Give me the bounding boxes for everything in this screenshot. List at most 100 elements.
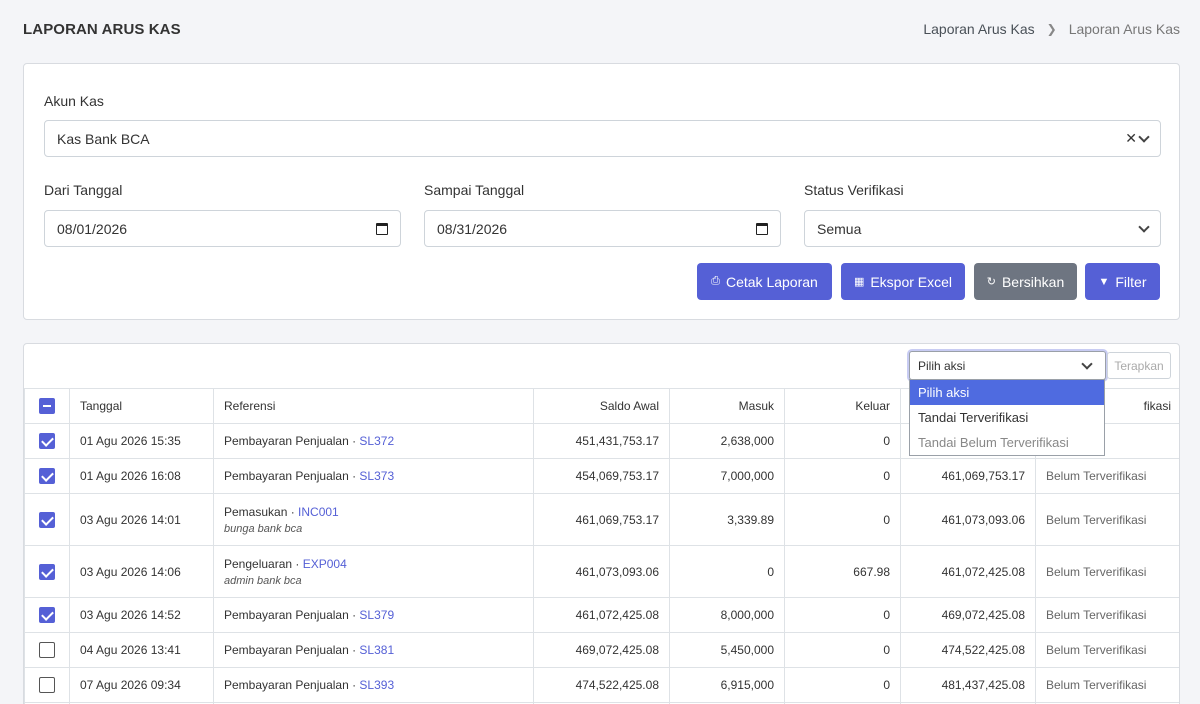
- row-reference: Pembayaran Penjualan · SL393: [213, 667, 534, 703]
- row-date: 03 Agu 2026 14:01: [69, 493, 214, 546]
- reference-type: Pengeluaran ·: [224, 556, 303, 571]
- reference-link[interactable]: SL393: [359, 678, 394, 692]
- reference-type: Pemasukan ·: [224, 504, 299, 519]
- from-date-value: 08/01/2026: [57, 220, 128, 237]
- to-date-label: Sampai Tanggal: [424, 182, 525, 198]
- row-date: 07 Agu 2026 09:34: [69, 667, 214, 703]
- breadcrumb-item-parent[interactable]: Laporan Arus Kas: [923, 21, 1034, 37]
- breadcrumb-item-current: Laporan Arus Kas: [1068, 21, 1180, 37]
- row-checkbox[interactable]: [39, 511, 55, 528]
- row-in: 6,915,000: [669, 667, 785, 703]
- row-closing-balance: 474,522,425.08: [900, 632, 1036, 668]
- reference-type: Pembayaran Penjualan ·: [224, 608, 360, 622]
- row-status: Belum Terverifikasi: [1035, 493, 1179, 546]
- row-select-cell: [24, 493, 70, 546]
- reference-link[interactable]: INC001: [298, 505, 339, 519]
- row-date: 03 Agu 2026 14:06: [69, 545, 214, 598]
- status-select[interactable]: Semua: [804, 210, 1161, 247]
- row-date: 04 Agu 2026 13:41: [69, 632, 214, 668]
- header-in[interactable]: Masuk: [669, 388, 785, 424]
- reference-link[interactable]: SL379: [359, 608, 394, 622]
- calendar-icon[interactable]: [376, 222, 388, 235]
- row-checkbox[interactable]: [39, 642, 55, 658]
- row-in: 8,000,000: [669, 597, 785, 633]
- reference-link[interactable]: SL381: [359, 643, 394, 657]
- row-reference: Pembayaran Penjualan · SL381: [213, 632, 534, 668]
- chevron-down-icon: [1138, 220, 1150, 233]
- filter-icon: ▼: [1098, 275, 1110, 288]
- row-status: Belum Terverifikasi: [1035, 597, 1179, 633]
- header-opening-balance[interactable]: Saldo Awal: [533, 388, 670, 424]
- filter-card: Akun Kas Kas Bank BCA ✕ Dari Tanggal 08/…: [23, 63, 1180, 320]
- table-row: 04 Agu 2026 13:41 Pembayaran Penjualan · …: [24, 632, 1179, 668]
- to-date-value: 08/31/2026: [437, 220, 508, 237]
- row-checkbox[interactable]: [39, 607, 55, 623]
- to-date-input[interactable]: 08/31/2026: [424, 210, 781, 247]
- export-excel-button[interactable]: ▦ Ekspor Excel: [841, 263, 965, 300]
- page-title: LAPORAN ARUS KAS: [23, 20, 181, 38]
- header-out[interactable]: Keluar: [784, 388, 901, 424]
- option-mark-verified[interactable]: Tandai Terverifikasi: [910, 405, 1104, 430]
- header-reference[interactable]: Referensi: [213, 388, 534, 424]
- row-reference: Pembayaran Penjualan · SL373: [213, 458, 534, 494]
- table-row: 07 Agu 2026 09:34 Pembayaran Penjualan · …: [24, 667, 1179, 703]
- row-opening-balance: 461,072,425.08: [533, 597, 670, 633]
- row-opening-balance: 469,072,425.08: [533, 632, 670, 668]
- reference-link[interactable]: SL372: [359, 434, 394, 448]
- reference-type: Pembayaran Penjualan ·: [224, 643, 360, 657]
- filter-button[interactable]: ▼ Filter: [1085, 263, 1160, 300]
- row-status: Belum Terverifikasi: [1035, 632, 1179, 668]
- row-checkbox[interactable]: [39, 433, 55, 449]
- reference-note: admin bank bca: [224, 574, 302, 587]
- row-opening-balance: 454,069,753.17: [533, 458, 670, 494]
- row-out: 0: [784, 632, 901, 668]
- row-closing-balance: 461,072,425.08: [900, 545, 1036, 598]
- row-closing-balance: 481,437,425.08: [900, 667, 1036, 703]
- clear-button[interactable]: ↻ Bersihkan: [974, 263, 1077, 300]
- row-opening-balance: 474,522,425.08: [533, 667, 670, 703]
- from-date-input[interactable]: 08/01/2026: [44, 210, 401, 247]
- row-checkbox[interactable]: [39, 677, 55, 693]
- chevron-right-icon: ❯: [1046, 22, 1057, 36]
- row-select-cell: [24, 545, 70, 598]
- row-reference: Pemasukan · INC001 bunga bank bca: [213, 493, 534, 546]
- row-in: 5,450,000: [669, 632, 785, 668]
- row-closing-balance: 461,073,093.06: [900, 493, 1036, 546]
- table-row: 03 Agu 2026 14:06 Pengeluaran · EXP004 adm…: [24, 545, 1179, 598]
- row-date: 03 Agu 2026 14:52: [69, 597, 214, 633]
- apply-button[interactable]: Terapkan: [1107, 352, 1171, 379]
- printer-icon: ⎙: [711, 275, 720, 287]
- filter-label: Filter: [1115, 273, 1147, 290]
- account-select[interactable]: Kas Bank BCA ✕: [44, 120, 1161, 157]
- reference-link[interactable]: SL373: [359, 469, 394, 483]
- clear-label: Bersihkan: [1001, 273, 1065, 290]
- row-select-cell: [24, 632, 70, 668]
- row-status: Belum Terverifikasi: [1035, 667, 1179, 703]
- refresh-icon: ↻: [986, 276, 996, 288]
- file-icon: ▦: [853, 276, 865, 288]
- chevron-down-icon[interactable]: [1138, 130, 1150, 143]
- reference-type: Pembayaran Penjualan ·: [224, 434, 360, 448]
- row-out: 0: [784, 423, 901, 459]
- row-opening-balance: 451,431,753.17: [533, 423, 670, 459]
- page-header: LAPORAN ARUS KAS Laporan Arus Kas ❯ Lapo…: [23, 18, 1180, 40]
- option-mark-unverified[interactable]: Tandai Belum Terverifikasi: [910, 430, 1104, 455]
- row-checkbox[interactable]: [39, 563, 55, 580]
- clear-icon[interactable]: ✕: [1125, 130, 1137, 147]
- row-date: 01 Agu 2026 16:08: [69, 458, 214, 494]
- header-date[interactable]: Tanggal: [69, 388, 214, 424]
- reference-link[interactable]: EXP004: [303, 557, 347, 571]
- table-row: 03 Agu 2026 14:01 Pemasukan · INC001 bunga…: [24, 493, 1179, 546]
- print-report-button[interactable]: ⎙ Cetak Laporan: [697, 263, 832, 300]
- row-checkbox[interactable]: [39, 468, 55, 484]
- row-in: 3,339.89: [669, 493, 785, 546]
- table-row: 03 Agu 2026 14:52 Pembayaran Penjualan · …: [24, 597, 1179, 633]
- bulk-action-select[interactable]: Pilih aksi: [909, 351, 1106, 380]
- row-reference: Pengeluaran · EXP004 admin bank bca: [213, 545, 534, 598]
- calendar-icon[interactable]: [756, 222, 768, 235]
- row-reference: Pembayaran Penjualan · SL379: [213, 597, 534, 633]
- option-choose-action[interactable]: Pilih aksi: [910, 380, 1104, 405]
- row-in: 7,000,000: [669, 458, 785, 494]
- select-all-checkbox[interactable]: [39, 398, 55, 414]
- row-opening-balance: 461,069,753.17: [533, 493, 670, 546]
